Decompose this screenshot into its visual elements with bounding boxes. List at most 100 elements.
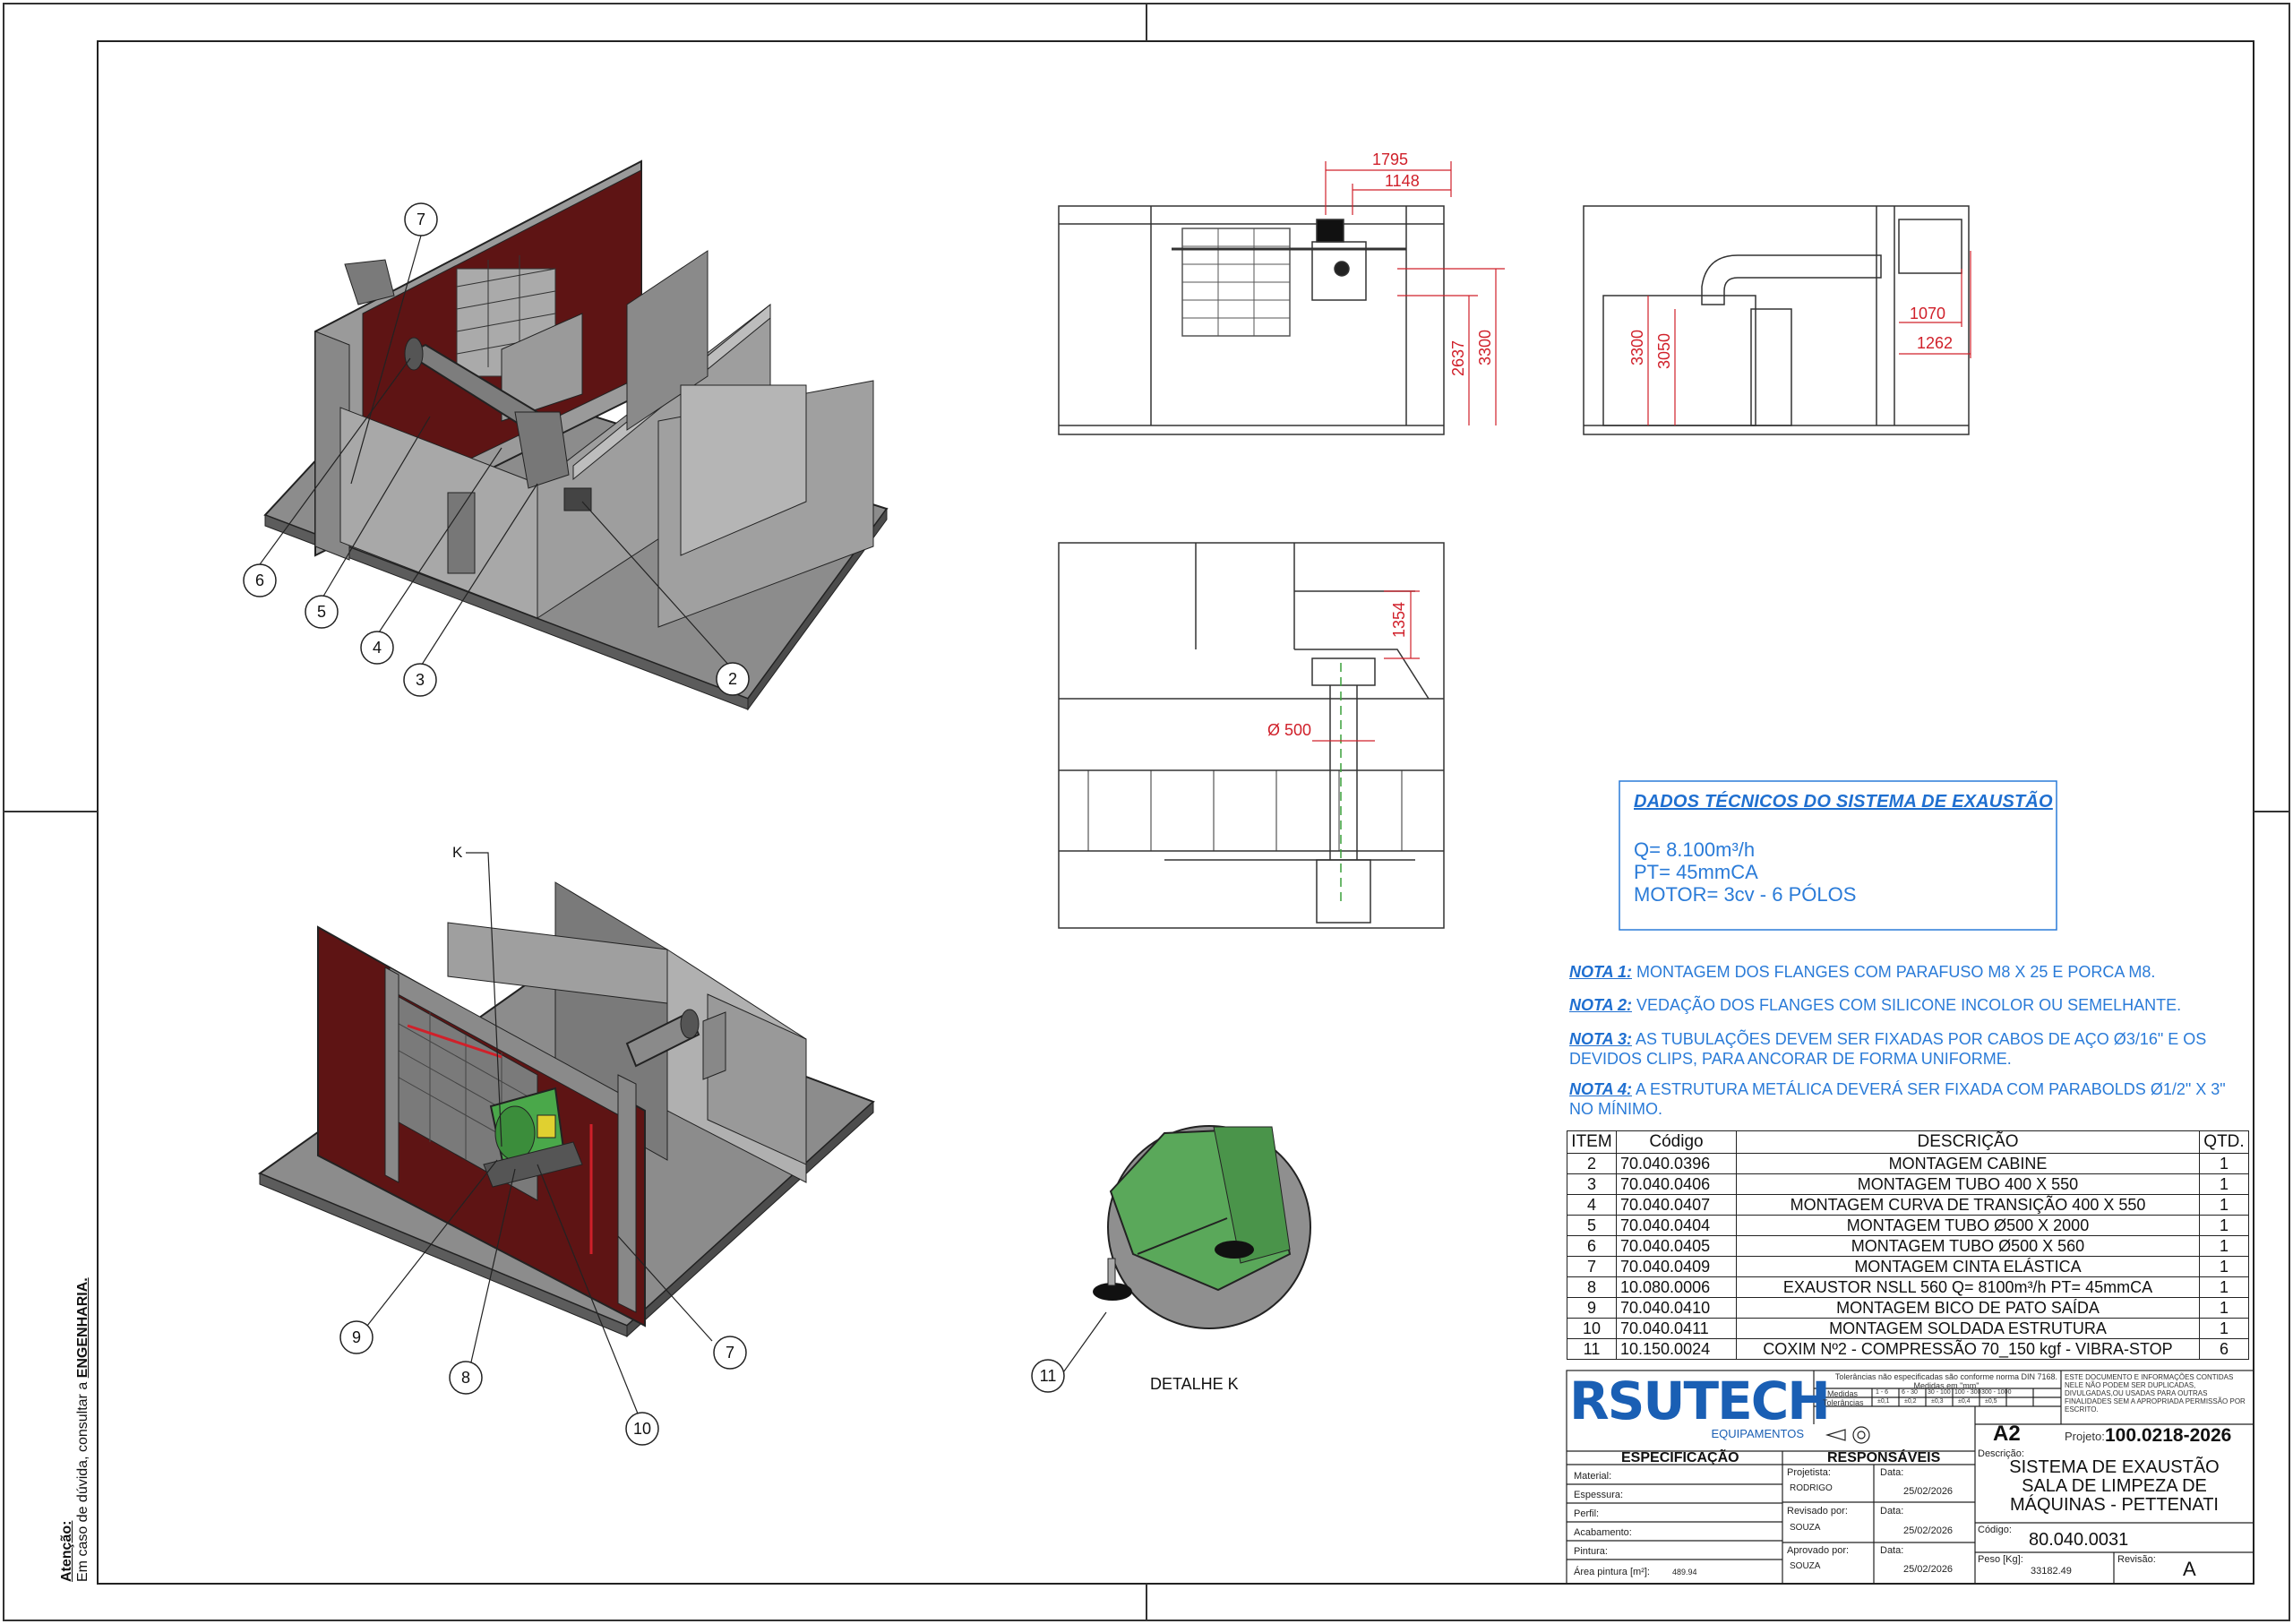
table-row: 7 70.040.0409 MONTAGEM CINTA ELÁSTICA 1 [1567, 1256, 2249, 1277]
nota-text: MONTAGEM DOS FLANGES COM PARAFUSO M8 X 2… [1632, 963, 2156, 981]
dim-label: 3050 [1655, 332, 1673, 369]
balloon-label: 11 [1039, 1367, 1057, 1385]
tol-val: ±0,1 [1877, 1398, 1890, 1405]
dados-line: PT= 45mmCA [1634, 861, 1758, 883]
bom-cell: MONTAGEM CINTA ELÁSTICA [1736, 1256, 2200, 1277]
espec-row: Acabamento: [1574, 1527, 1632, 1538]
nota-text: AS TUBULAÇÕES DEVEM SER FIXADAS POR CABO… [1569, 1030, 2207, 1068]
dim-label: 3300 [1628, 329, 1646, 365]
tol-val: 1 - 6 [1876, 1389, 1889, 1396]
detail-label: DETALHE K [1150, 1375, 1239, 1393]
bom-cell: 1 [2199, 1256, 2249, 1277]
bom-cell: 70.040.0410 [1616, 1297, 1737, 1319]
espec-row: Perfil: [1574, 1508, 1600, 1519]
iso-view-top [254, 159, 889, 711]
company-logo: RSUTECH EQUIPAMENTOS [1569, 1371, 1831, 1440]
table-row: 3 70.040.0406 MONTAGEM TUBO 400 X 550 1 [1567, 1173, 2249, 1195]
date-value: 25/02/2026 [1903, 1564, 1954, 1575]
tol-val: 6 - 30 [1902, 1389, 1918, 1396]
bom-cell: 1 [2199, 1215, 2249, 1236]
dim-label: 1148 [1385, 172, 1420, 190]
aprovado-name: SOUZA [1790, 1561, 1821, 1571]
dim-label: 1795 [1372, 150, 1409, 168]
dim-label: 2637 [1449, 339, 1467, 376]
tol-row1-label: Medidas [1827, 1389, 1859, 1398]
logo-text: RSUTECH [1569, 1371, 1831, 1431]
bom-cell: 70.040.0404 [1616, 1215, 1737, 1236]
bom-cell: MONTAGEM SOLDADA ESTRUTURA [1736, 1318, 2200, 1339]
bom-cell: 4 [1567, 1194, 1617, 1216]
revisado-label: Revisado por: [1787, 1506, 1848, 1517]
bom-cell: MONTAGEM TUBO Ø500 X 2000 [1736, 1215, 2200, 1236]
tol-val: ±0,4 [1958, 1398, 1971, 1405]
dim-label: 3300 [1476, 329, 1494, 365]
balloon-label: 7 [725, 1344, 734, 1362]
nota-label: NOTA 3: [1569, 1030, 1632, 1048]
espec-row: Material: [1574, 1471, 1612, 1482]
espec-header: ESPECIFICAÇÃO [1621, 1450, 1739, 1465]
espec-row: Espessura: [1574, 1490, 1624, 1500]
plan-view [1058, 542, 1445, 929]
table-row: 11 10.150.0024 COXIM Nº2 - COMPRESSÃO 70_1… [1567, 1338, 2249, 1360]
nota-4: NOTA 4: A ESTRUTURA METÁLICA DEVERÁ SER … [1569, 1079, 2250, 1119]
bom-cell: 3 [1567, 1173, 1617, 1195]
bom-cell: 7 [1567, 1256, 1617, 1277]
balloon-label-k: K [452, 844, 463, 861]
bom-table: ITEM Código DESCRIÇÃO QTD. 2 70.040.0396 M… [1567, 1130, 2249, 1360]
bom-cell: 70.040.0405 [1616, 1235, 1737, 1257]
nota-1: NOTA 1: MONTAGEM DOS FLANGES COM PARAFUS… [1569, 962, 2250, 982]
table-row: 9 70.040.0410 MONTAGEM BICO DE PATO SAÍDA 1 [1567, 1297, 2249, 1319]
dados-title: DADOS TÉCNICOS DO SISTEMA DE EXAUSTÃO [1634, 792, 2053, 812]
tol-val: 100 - 300 [1954, 1389, 1981, 1396]
sheet-size: A2 [1993, 1422, 2021, 1446]
balloon-label: 6 [254, 571, 264, 589]
bom-cell: 10.080.0006 [1616, 1276, 1737, 1298]
front-dims [1325, 161, 1505, 425]
dados-line: MOTOR= 3cv - 6 PÓLOS [1634, 883, 1857, 906]
side-note-text: Em caso de dúvida, consultar a [75, 1381, 90, 1582]
peso-label: Peso [Kg]: [1978, 1554, 2023, 1565]
balloon-label: 7 [416, 211, 425, 228]
bom-header: ITEM Código DESCRIÇÃO QTD. [1567, 1130, 2249, 1154]
resp-header: RESPONSÁVEIS [1827, 1450, 1941, 1465]
bom-cell: 1 [2199, 1276, 2249, 1298]
tol-val: ±0,5 [1985, 1398, 1997, 1405]
tolerance-note: Tolerâncias não especificadas são confor… [1834, 1372, 2058, 1390]
nota-label: NOTA 1: [1569, 963, 1632, 981]
bom-cell: 70.040.0406 [1616, 1173, 1737, 1195]
bom-cell: 9 [1567, 1297, 1617, 1319]
bom-cell: 8 [1567, 1276, 1617, 1298]
tol-val: 300 - 1000 [1981, 1389, 2012, 1396]
balloon-label: 10 [632, 1420, 652, 1438]
projeto-number: 100.0218-2026 [2105, 1425, 2232, 1446]
bom-header-qty: QTD. [2199, 1130, 2249, 1154]
nota-text: A ESTRUTURA METÁLICA DEVERÁ SER FIXADA C… [1569, 1080, 2226, 1118]
bom-cell: COXIM Nº2 - COMPRESSÃO 70_150 kgf - VIBR… [1736, 1338, 2200, 1360]
bom-cell: 11 [1567, 1338, 1617, 1360]
bom-cell: 1 [2199, 1153, 2249, 1174]
bom-cell: 10.150.0024 [1616, 1338, 1737, 1360]
nota-label: NOTA 4: [1569, 1080, 1632, 1098]
descricao-line: MÁQUINAS - PETTENATI [2010, 1495, 2219, 1515]
projection-symbol [1825, 1426, 1870, 1444]
balloon-label: 5 [316, 603, 326, 621]
balloon-label: 8 [460, 1369, 470, 1387]
bom-cell: 1 [2199, 1235, 2249, 1257]
bom-cell: MONTAGEM TUBO Ø500 X 560 [1736, 1235, 2200, 1257]
projeto-label: Projeto: [2065, 1430, 2105, 1443]
bom-cell: 70.040.0407 [1616, 1194, 1737, 1216]
bom-cell: MONTAGEM BICO DE PATO SAÍDA [1736, 1297, 2200, 1319]
table-row: 4 70.040.0407 MONTAGEM CURVA DE TRANSIÇÃO … [1567, 1194, 2249, 1216]
bom-cell: 10 [1567, 1318, 1617, 1339]
nota-3: NOTA 3: AS TUBULAÇÕES DEVEM SER FIXADAS … [1569, 1029, 2250, 1069]
codigo-label: Código: [1978, 1525, 2012, 1535]
tol-val: ±0,3 [1931, 1398, 1944, 1405]
dim-label: 1354 [1390, 601, 1408, 638]
bom-cell: 2 [1567, 1153, 1617, 1174]
date-value: 25/02/2026 [1903, 1486, 1954, 1497]
projetista-name: RODRIGO [1790, 1483, 1833, 1493]
revisao-value: A [2183, 1558, 2196, 1580]
bom-cell: 1 [2199, 1194, 2249, 1216]
side-note: Atenção: Em caso de dúvida, consultar a … [59, 1277, 91, 1582]
table-row: 10 70.040.0411 MONTAGEM SOLDADA ESTRUTURA 1 [1567, 1318, 2249, 1339]
